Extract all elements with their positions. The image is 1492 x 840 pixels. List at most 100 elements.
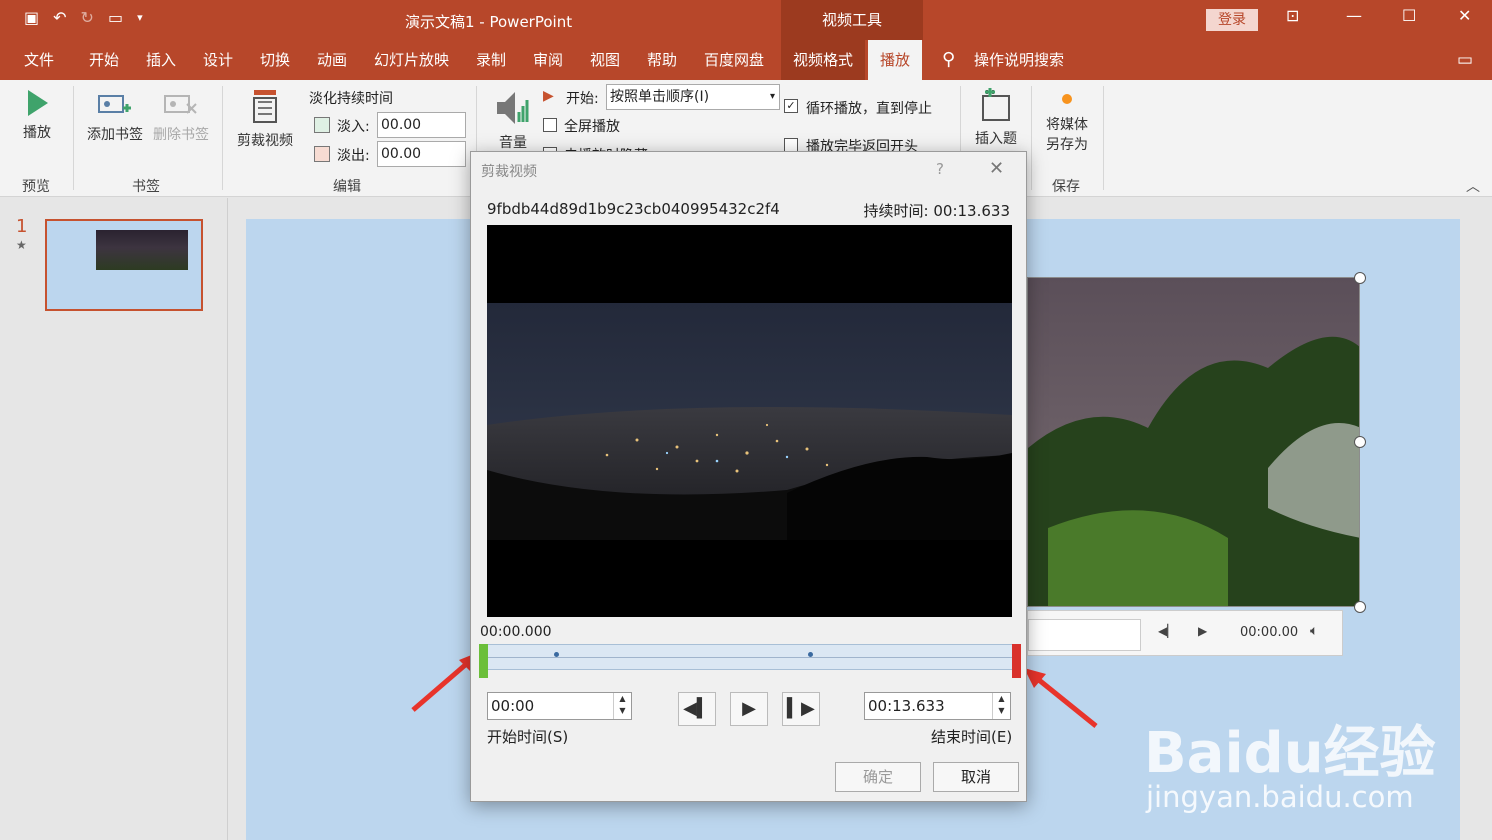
minimize-icon[interactable]: —	[1346, 6, 1362, 25]
trim-video-dialog: 剪裁视频 ? ✕ 9fbdb44d89d1b9c23cb040995432c2f…	[470, 151, 1027, 802]
window-title: 演示文稿1 - PowerPoint	[405, 13, 573, 31]
next-frame-button[interactable]: ▍▶	[782, 692, 820, 726]
ok-button[interactable]: 确定	[835, 762, 921, 792]
login-button[interactable]: 登录	[1206, 9, 1258, 31]
fade-in-icon	[314, 117, 330, 133]
timeline-bookmark	[554, 652, 559, 657]
tab-record[interactable]: 录制	[476, 40, 506, 80]
spin-down-icon[interactable]: ▼	[993, 705, 1010, 717]
close-window-icon[interactable]: ✕	[1458, 6, 1471, 25]
tab-animations[interactable]: 动画	[317, 40, 347, 80]
step-back-icon[interactable]: ◀▏	[1158, 624, 1176, 638]
tab-design[interactable]: 设计	[203, 40, 233, 80]
add-bookmark-icon	[98, 95, 131, 113]
tab-file[interactable]: 文件	[24, 40, 54, 80]
trim-end-handle[interactable]	[1012, 644, 1021, 678]
tab-home[interactable]: 开始	[89, 40, 119, 80]
tab-baidu-netdisk[interactable]: 百度网盘	[704, 40, 764, 80]
trim-timeline[interactable]	[481, 644, 1019, 670]
spin-up-icon[interactable]: ▲	[614, 693, 631, 705]
start-time-input[interactable]: 00:00 ▲ ▼	[487, 692, 632, 720]
start-time-spinner[interactable]: ▲ ▼	[613, 693, 631, 719]
customize-qat-icon[interactable]: ▾	[137, 11, 143, 24]
insert-captions-button[interactable]: 插入题	[967, 87, 1025, 148]
video-duration: 持续时间: 00:13.633	[863, 202, 1010, 220]
redo-icon[interactable]: ↻	[81, 8, 94, 27]
fade-in-value: 00.00	[381, 117, 422, 133]
separator	[1103, 86, 1104, 190]
video-preview-image	[487, 303, 1012, 540]
close-icon[interactable]: ✕	[989, 158, 1004, 179]
step-forward-icon[interactable]: ▶	[1198, 624, 1207, 638]
trim-start-handle[interactable]	[479, 644, 488, 678]
fade-in-input[interactable]: 00.00	[377, 112, 466, 138]
remove-bookmark-icon	[164, 95, 197, 114]
spin-up-icon[interactable]: ▲	[993, 693, 1010, 705]
tab-video-format[interactable]: 视频格式	[781, 40, 866, 80]
tab-view[interactable]: 视图	[590, 40, 620, 80]
tab-slideshow[interactable]: 幻灯片放映	[374, 40, 449, 80]
ribbon-display-icon[interactable]: ⊡	[1286, 6, 1299, 25]
save-media-as-button[interactable]: 将媒体另存为	[1040, 94, 1094, 154]
undo-icon[interactable]: ↶	[53, 8, 66, 27]
tab-insert[interactable]: 插入	[146, 40, 176, 80]
comments-icon[interactable]: ▭	[1457, 50, 1473, 70]
slide-video[interactable]	[1027, 277, 1360, 607]
volume-button[interactable]: 音量	[490, 88, 536, 152]
lightbulb-icon: ⚲	[942, 49, 956, 70]
tell-me-search[interactable]: 操作说明搜索	[974, 40, 1064, 80]
start-time-label: 开始时间(S)	[487, 728, 569, 746]
timeline-track	[482, 657, 1018, 658]
ribbon-tabs: 文件 开始 插入 设计 切换 动画 幻灯片放映 录制 审阅 视图 帮助 百度网盘…	[0, 40, 1492, 80]
resize-handle[interactable]	[1354, 436, 1366, 448]
rewind-checkbox[interactable]	[784, 138, 798, 152]
slide-video-progress[interactable]	[1028, 619, 1141, 651]
loop-checkbox[interactable]: ✓	[784, 99, 798, 113]
trim-video-button[interactable]: 剪裁视频	[232, 88, 298, 150]
fullscreen-checkbox[interactable]	[543, 118, 557, 132]
save-icon[interactable]: ▣	[24, 8, 39, 27]
fullscreen-label: 全屏播放	[564, 119, 620, 135]
end-time-input[interactable]: 00:13.633 ▲ ▼	[864, 692, 1011, 720]
separator	[222, 86, 223, 190]
maximize-icon[interactable]: ☐	[1402, 6, 1416, 25]
resize-handle[interactable]	[1354, 601, 1366, 613]
cancel-button[interactable]: 取消	[933, 762, 1019, 792]
help-button[interactable]: ?	[936, 160, 944, 178]
tab-playback[interactable]: 播放	[868, 40, 923, 80]
new-file-icon[interactable]: ▭	[108, 8, 123, 27]
end-time-value: 00:13.633	[868, 697, 945, 715]
title-bar: ▣ ↶ ↻ ▭ ▾ 演示文稿1 - PowerPoint 视频工具 登录 ⊡ —…	[0, 0, 1492, 40]
tab-review[interactable]: 审阅	[533, 40, 563, 80]
tab-transitions[interactable]: 切换	[260, 40, 290, 80]
tab-help[interactable]: 帮助	[647, 40, 677, 80]
remove-bookmark-label: 删除书签	[153, 127, 209, 143]
collapse-ribbon-icon[interactable]: ︿	[1466, 176, 1480, 196]
trim-video-label: 剪裁视频	[237, 133, 293, 149]
play-preview-button[interactable]: ▶	[730, 692, 768, 726]
slide-player-time: 00:00.00	[1240, 625, 1299, 640]
start-select[interactable]: 按照单击顺序(I) ▾	[606, 84, 780, 110]
end-time-spinner[interactable]: ▲ ▼	[992, 693, 1010, 719]
add-bookmark-button[interactable]: 添加书签	[84, 90, 146, 144]
start-select-value: 按照单击顺序(I)	[610, 89, 710, 105]
fade-out-icon	[314, 146, 330, 162]
video-preview	[487, 225, 1012, 617]
thumbnail-video-image	[96, 230, 188, 270]
end-time-label: 结束时间(E)	[931, 728, 1013, 746]
play-button[interactable]: 播放	[16, 88, 58, 142]
resize-handle[interactable]	[1354, 272, 1366, 284]
speaker-icon[interactable]: 🔈︎	[1310, 623, 1318, 639]
remove-bookmark-button[interactable]: 删除书签	[150, 90, 212, 144]
previous-frame-button[interactable]: ◀▍	[678, 692, 716, 726]
add-bookmark-label: 添加书签	[87, 127, 143, 143]
spin-down-icon[interactable]: ▼	[614, 705, 631, 717]
save-media-as-label: 将媒体另存为	[1046, 117, 1088, 153]
speaker-icon	[497, 92, 529, 124]
slide-video-controls: ◀▏ ▶ 00:00.00 🔈︎	[1027, 610, 1343, 656]
slide-thumbnail[interactable]	[45, 219, 203, 311]
play-icon	[28, 90, 48, 116]
fade-out-input[interactable]: 00.00	[377, 141, 466, 167]
video-filename: 9fbdb44d89d1b9c23cb040995432c2f4	[487, 200, 780, 218]
fade-in-label: 淡入:	[337, 119, 370, 135]
